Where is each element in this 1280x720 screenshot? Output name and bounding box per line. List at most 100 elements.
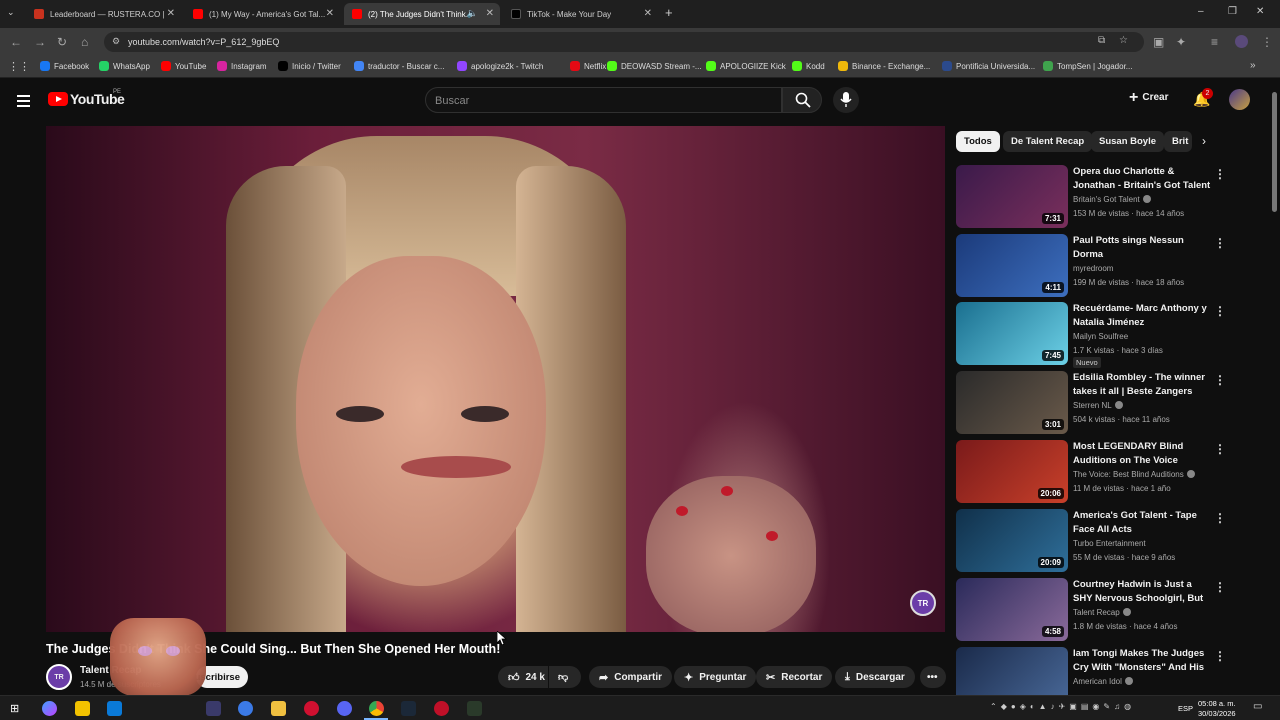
recommended-video-title[interactable]: Iam Tongi Makes The Judges Cry With "Mon… — [1073, 647, 1211, 674]
maximize-button[interactable]: ❐ — [1228, 6, 1237, 17]
video-thumbnail[interactable]: 3:01 — [956, 371, 1068, 434]
recommended-video-title[interactable]: Courtney Hadwin is Just a SHY Nervous Sc… — [1073, 578, 1211, 605]
clock[interactable]: 05:08 a. m. 30/03/2026 — [1198, 699, 1236, 719]
site-info-icon[interactable]: ⚙ — [112, 36, 120, 47]
more-bookmarks-icon[interactable]: » — [1250, 60, 1256, 71]
edge-icon[interactable] — [107, 701, 122, 716]
chip-brit[interactable]: Brit — [1164, 131, 1192, 152]
speaker-icon[interactable]: 🔈 — [467, 8, 478, 19]
recommended-video-title[interactable]: America's Got Talent - Tape Face All Act… — [1073, 509, 1211, 536]
bookmark-item[interactable]: WhatsApp — [99, 61, 150, 71]
chip-talent-recap[interactable]: De Talent Recap — [1003, 131, 1093, 152]
chip-susan-boyle[interactable]: Susan Boyle — [1091, 131, 1165, 152]
reload-icon[interactable]: ↻ — [57, 35, 67, 49]
tab-close-icon[interactable]: ✕ — [644, 8, 652, 19]
extension-icon[interactable]: ▣ — [1153, 35, 1164, 49]
minimize-button[interactable]: – — [1198, 6, 1204, 17]
video-options-icon[interactable]: ⋮ — [1214, 649, 1226, 663]
recommended-channel[interactable]: Turbo Entertainment — [1073, 539, 1146, 548]
tab-leaderboard[interactable]: Leaderboard — RUSTERA.CO | ✕ — [26, 3, 181, 25]
video-options-icon[interactable]: ⋮ — [1214, 511, 1226, 525]
video-options-icon[interactable]: ⋮ — [1214, 236, 1226, 250]
recommended-video-title[interactable]: Most LEGENDARY Blind Auditions on The Vo… — [1073, 440, 1211, 467]
language-indicator[interactable]: ESP — [1178, 704, 1193, 713]
video-player[interactable]: TR — [46, 126, 945, 632]
app-icon[interactable] — [238, 701, 253, 716]
copilot-icon[interactable] — [42, 701, 57, 716]
bookmark-item[interactable]: Inicio / Twitter — [278, 61, 341, 71]
microsoft-store-icon[interactable] — [75, 701, 90, 716]
video-options-icon[interactable]: ⋮ — [1214, 373, 1226, 387]
chips-next-chevron-icon[interactable]: › — [1202, 134, 1206, 148]
tab-tiktok[interactable]: TikTok - Make Your Day ✕ — [503, 3, 658, 25]
video-options-icon[interactable]: ⋮ — [1214, 167, 1226, 181]
download-button[interactable]: ⤓ Descargar — [835, 666, 915, 688]
recommended-video-title[interactable]: Edsilia Rombley - The winner takes it al… — [1073, 371, 1211, 398]
dislike-button[interactable]: 👎︎ — [549, 666, 581, 688]
video-options-icon[interactable]: ⋮ — [1214, 580, 1226, 594]
search-button[interactable] — [782, 87, 822, 113]
recommended-channel[interactable]: The Voice: Best Blind Auditions — [1073, 470, 1195, 479]
bookmark-item[interactable]: DEOWASD Stream -... — [607, 61, 702, 71]
tab-close-icon[interactable]: ✕ — [326, 8, 334, 19]
recommended-channel[interactable]: American Idol — [1073, 677, 1133, 686]
app-icon[interactable] — [206, 701, 221, 716]
bookmark-item[interactable]: Pontificia Universida... — [942, 61, 1035, 71]
forward-icon[interactable]: → — [34, 35, 46, 49]
menu-hamburger-icon[interactable] — [17, 92, 30, 110]
new-tab-button[interactable]: + — [665, 5, 673, 20]
tab-search-chevron-icon[interactable]: ⌄ — [7, 7, 15, 18]
create-button[interactable]: + Crear — [1129, 89, 1168, 105]
bookmark-item[interactable]: Binance - Exchange... — [838, 61, 930, 71]
voice-search-button[interactable] — [833, 87, 859, 113]
file-explorer-icon[interactable] — [271, 701, 286, 716]
recommended-video-title[interactable]: Paul Potts sings Nessun Dorma — [1073, 234, 1211, 261]
tab-judges-video[interactable]: (2) The Judges Didn't Think... 🔈 ✕ — [344, 3, 500, 25]
install-app-icon[interactable]: ⧉ — [1098, 35, 1105, 46]
channel-avatar[interactable]: TR — [46, 664, 72, 690]
recommended-video[interactable]: 7:45 Recuérdame- Marc Anthony y Natalia J… — [956, 302, 1226, 368]
like-button[interactable]: 👍︎ 24 k — [498, 666, 548, 688]
bookmark-item[interactable]: Netflix — [570, 61, 606, 71]
profile-avatar[interactable] — [1235, 35, 1248, 48]
bookmark-item[interactable]: apologize2k - Twitch — [457, 61, 543, 71]
tab-close-icon[interactable]: ✕ — [486, 8, 494, 19]
recommended-video-title[interactable]: Recuérdame- Marc Anthony y Natalia Jimén… — [1073, 302, 1211, 329]
system-tray-icons[interactable]: ⌃◆●◈◐▲♪✈▣▤◉✎♫◍ — [990, 702, 1135, 711]
bookmark-item[interactable]: TompSen | Jogador... — [1043, 61, 1132, 71]
close-window-button[interactable]: ✕ — [1256, 6, 1264, 17]
app-icon[interactable] — [434, 701, 449, 716]
channel-watermark[interactable]: TR — [910, 590, 936, 616]
video-options-icon[interactable]: ⋮ — [1214, 304, 1226, 318]
ask-button[interactable]: ✦ Preguntar — [674, 666, 757, 688]
tab-my-way[interactable]: (1) My Way - America's Got Tal... ✕ — [185, 3, 340, 25]
recommended-channel[interactable]: Britain's Got Talent — [1073, 195, 1151, 204]
clip-button[interactable]: ✂ Recortar — [756, 666, 833, 688]
video-thumbnail[interactable]: 20:06 — [956, 440, 1068, 503]
home-icon[interactable]: ⌂ — [81, 35, 88, 49]
video-thumbnail[interactable]: 7:45 — [956, 302, 1068, 365]
video-thumbnail[interactable]: 20:09 — [956, 509, 1068, 572]
more-actions-button[interactable]: ••• — [920, 666, 946, 688]
discord-icon[interactable] — [337, 701, 352, 716]
windows-start-icon[interactable]: ⊞ — [10, 702, 19, 715]
video-thumbnail[interactable]: 4:58 — [956, 578, 1068, 641]
bookmark-item[interactable]: Instagram — [217, 61, 267, 71]
tab-close-icon[interactable]: ✕ — [167, 8, 175, 19]
back-icon[interactable]: ← — [10, 35, 22, 49]
bookmark-item[interactable]: YouTube — [161, 61, 206, 71]
recommended-channel[interactable]: Mailyn Soulfree — [1073, 332, 1128, 341]
bookmark-item[interactable]: traductor - Buscar c... — [354, 61, 444, 71]
recommended-video[interactable]: 4:11 Paul Potts sings Nessun Dorma myredro… — [956, 234, 1226, 298]
bookmark-item[interactable]: Kodd — [792, 61, 825, 71]
apps-grid-icon[interactable]: ⋮⋮ — [8, 60, 30, 73]
recommended-video[interactable]: 7:31 Opera duo Charlotte & Jonathan - Bri… — [956, 165, 1226, 229]
share-button[interactable]: ➦ Compartir — [589, 666, 673, 688]
recommended-video-title[interactable]: Opera duo Charlotte & Jonathan - Britain… — [1073, 165, 1211, 192]
app-icon[interactable] — [467, 701, 482, 716]
steam-icon[interactable] — [401, 701, 416, 716]
chrome-icon[interactable] — [369, 701, 384, 716]
media-icon[interactable]: ≡ — [1211, 35, 1218, 49]
notification-center-icon[interactable]: ▭ — [1253, 701, 1262, 712]
recommended-video[interactable]: 4:58 Courtney Hadwin is Just a SHY Nervou… — [956, 578, 1226, 642]
